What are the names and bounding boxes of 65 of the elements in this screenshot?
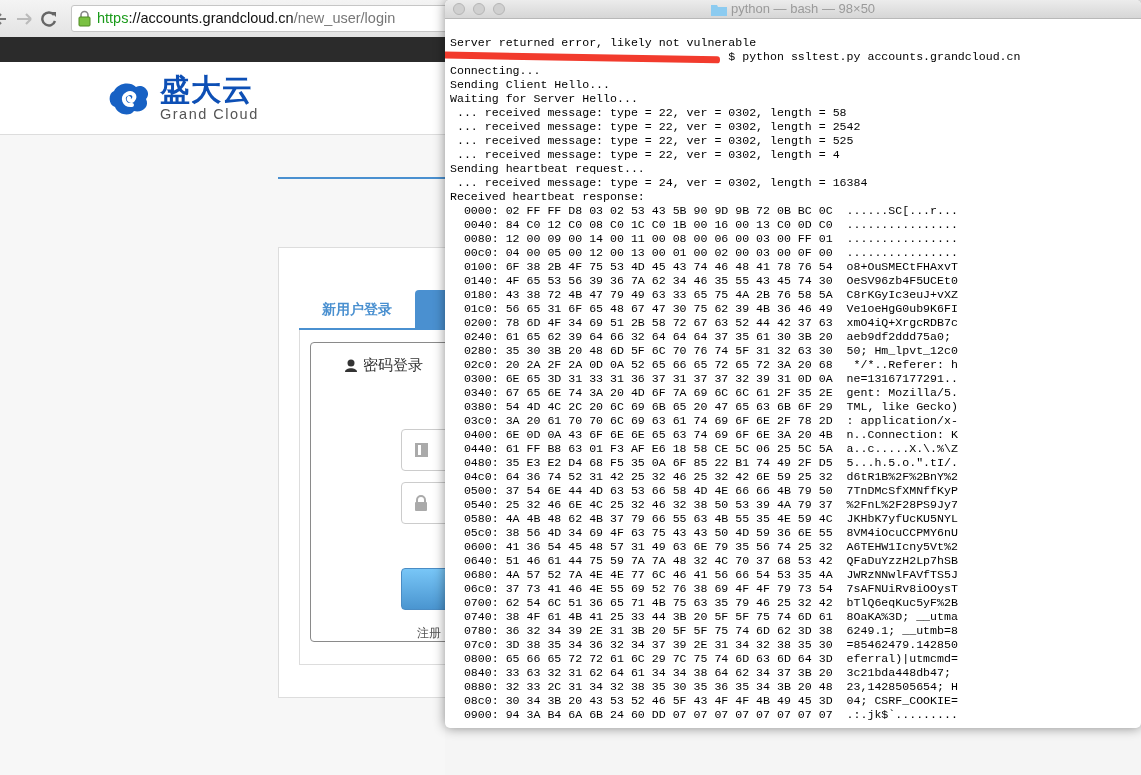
terminal-line: ... received message: type = 22, ver = 0302, length = 58 bbox=[455, 106, 848, 120]
terminal-line: 0100: 6F 38 2B 4F 75 53 4D 45 43 74 46 48 41 78 76 54 o8+OuSMECtFHAxvT bbox=[462, 260, 959, 274]
terminal-line: 0200: 78 6D 4F 34 69 51 2B 58 72 67 63 52 44 42 37 63 xmO4iQ+XrgcRDB7c bbox=[462, 316, 959, 330]
terminal-line: 04c0: 64 36 74 52 31 42 25 32 46 25 32 42 6E 59 25 32 d6tR1B%2F%2BnY%2 bbox=[462, 470, 959, 484]
register-link[interactable]: 注册 bbox=[417, 623, 441, 642]
terminal-line: 0000: 02 FF FF D8 03 02 53 43 5B 90 9D 9B 72 0B BC 0C ......SC[...r... bbox=[462, 204, 959, 218]
terminal-line: Connecting... bbox=[450, 64, 542, 78]
address-bar[interactable]: https://accounts.grandcloud.cn/new_user/login bbox=[71, 5, 445, 32]
terminal-line: Received heartbeat response: bbox=[450, 190, 646, 204]
terminal-line: 0300: 6E 65 3D 31 33 31 36 37 31 37 37 32 39 31 0D 0A ne=13167177291.. bbox=[462, 372, 959, 386]
terminal-line: 07c0: 3D 38 35 34 36 32 34 37 39 2E 31 34 32 38 35 30 =85462479.142850 bbox=[462, 638, 959, 652]
terminal-line: Server returned error, likely not vulnerable bbox=[450, 36, 758, 50]
terminal-line: Waiting for Server Hello... bbox=[450, 92, 639, 106]
terminal-line: 0500: 37 54 6E 44 4D 63 53 66 58 4D 4E 66 66 4B 79 50 7TnDMcSfXMNffKyP bbox=[462, 484, 959, 498]
terminal-line: 0640: 51 46 61 44 75 59 7A 7A 48 32 4C 70 37 68 53 42 QFaDuYzzH2Lp7hSB bbox=[462, 554, 959, 568]
reload-icon[interactable] bbox=[41, 10, 58, 27]
terminal-line: 05c0: 38 56 4D 34 69 4F 63 75 43 43 50 4D 59 36 6E 55 8VM4iOcuCCPMY6nU bbox=[462, 526, 959, 540]
terminal-line: 0040: 84 C0 12 C0 08 C0 1C C0 1B 00 16 00 13 C0 0D C0 ................ bbox=[462, 218, 959, 232]
terminal-line: 0740: 38 4F 61 4B 41 25 33 44 3B 20 5F 5F 75 74 6D 61 8OaKA%3D; __utma bbox=[462, 610, 959, 624]
lock-icon bbox=[414, 494, 428, 511]
window-title: python — bash — 98×50 bbox=[730, 0, 876, 19]
terminal-line: 0840: 33 63 32 31 62 64 61 34 34 38 64 62 34 37 3B 20 3c21bda448db47; bbox=[462, 666, 952, 680]
terminal-line: ... received message: type = 22, ver = 0302, length = 4 bbox=[455, 148, 841, 162]
terminal-line: 02c0: 20 2A 2F 2A 0D 0A 52 65 66 65 72 65 72 3A 20 68 */*..Referer: h bbox=[462, 358, 959, 372]
logo-name: 盛大云 bbox=[160, 74, 254, 105]
id-card-icon bbox=[414, 441, 429, 458]
terminal-line: 0240: 61 65 62 39 64 66 32 64 64 64 37 35 61 30 3B 20 aeb9df2ddd75a0; bbox=[462, 330, 952, 344]
url-text: https://accounts.grandcloud.cn/new_user/login bbox=[97, 8, 396, 28]
terminal-line: 0780: 36 32 34 39 2E 31 3B 20 5F 5F 75 74 6D 62 3D 38 6249.1; __utmb=8 bbox=[462, 624, 959, 638]
terminal-line: 06c0: 37 73 41 46 4E 55 69 52 76 38 69 4F 4F 79 73 54 7sAFNUiRv8iOOysT bbox=[462, 582, 959, 596]
terminal-line: 0580: 4A 4B 48 62 4B 37 79 66 55 63 4B 55 35 4E 59 4C JKHbK7yfUcKU5NYL bbox=[462, 512, 959, 526]
terminal-line: Sending heartbeat request... bbox=[450, 162, 646, 176]
terminal-line: 0900: 94 3A B4 6A 6B 24 60 DD 07 07 07 07 07 07 07 07 .:.jk$`......... bbox=[462, 708, 959, 722]
terminal-line: Sending Client Hello... bbox=[450, 78, 612, 92]
terminal-line: 0340: 67 65 6E 74 3A 20 4D 6F 7A 69 6C 6C 61 2F 35 2E gent: Mozilla/5. bbox=[462, 386, 959, 400]
terminal-line: 0280: 35 30 3B 20 48 6D 5F 6C 70 76 74 5F 31 32 63 30 50; Hm_lpvt_12c0 bbox=[462, 344, 959, 358]
terminal-line: 0540: 25 32 46 6E 4C 25 32 46 32 38 50 53 39 4A 79 37 %2FnL%2F28PS9Jy7 bbox=[462, 498, 959, 512]
terminal-line: 0080: 12 00 09 00 14 00 11 00 08 00 06 00 03 00 FF 01 ................ bbox=[462, 232, 959, 246]
terminal-line: 0880: 32 33 2C 31 34 32 38 35 30 35 36 35 34 3B 20 48 23,1428505654; H bbox=[462, 680, 959, 694]
logo-tagline: Grand Cloud bbox=[160, 106, 259, 122]
terminal-line: 0800: 65 66 65 72 72 61 6C 29 7C 75 74 6D 63 6D 64 3D eferral)|utmcmd= bbox=[462, 652, 959, 666]
terminal-line: 0180: 43 38 72 4B 47 79 49 63 33 65 75 4A 2B 76 58 5A C8rKGyIc3euJ+vXZ bbox=[462, 288, 959, 302]
minimize-button[interactable] bbox=[473, 3, 485, 15]
folder-icon bbox=[710, 2, 727, 16]
terminal-line: 03c0: 3A 20 61 70 70 6C 69 63 61 74 69 6F 6E 2F 78 2D : application/x- bbox=[462, 414, 959, 428]
lock-icon bbox=[78, 10, 91, 27]
terminal-line: 0480: 35 E3 E2 D4 68 F5 35 0A 6F 85 22 B1 74 49 2F D5 5...h.5.o.".tI/. bbox=[462, 456, 959, 470]
terminal-line: 0440: 61 FF B8 63 01 F3 AF E6 18 58 CE 5C 06 25 5C 5A a..c.....X.\.%\Z bbox=[462, 442, 959, 456]
user-icon bbox=[345, 359, 357, 373]
terminal-line: 0680: 4A 57 52 7A 4E 4E 77 6C 46 41 56 66 54 53 35 4A JWRzNNwlFAVfTS5J bbox=[462, 568, 959, 582]
terminal-line: 08c0: 30 34 3B 20 43 53 52 46 5F 43 4F 4F 4B 49 45 3D 04; CSRF_COOKIE= bbox=[462, 694, 959, 708]
terminal-line: 00c0: 04 00 05 00 12 00 13 00 01 00 02 00 03 00 0F 00 ................ bbox=[462, 246, 959, 260]
terminal-line: 0600: 41 36 54 45 48 57 31 49 63 6E 79 35 56 74 25 32 A6TEHW1Icny5Vt%2 bbox=[462, 540, 959, 554]
terminal-line: 0400: 6E 0D 0A 43 6F 6E 6E 65 63 74 69 6F 6E 3A 20 4B n..Connection: K bbox=[462, 428, 959, 442]
zoom-button[interactable] bbox=[493, 3, 505, 15]
terminal-line: ... received message: type = 22, ver = 0302, length = 2542 bbox=[455, 120, 862, 134]
terminal-line: 0140: 4F 65 53 56 39 36 7A 62 34 46 35 55 43 45 74 30 OeSV96zb4F5UCEt0 bbox=[462, 274, 959, 288]
terminal-line: 01c0: 56 65 31 6F 65 48 67 47 30 75 62 39 4B 36 46 49 Ve1oeHgG0ub9K6FI bbox=[462, 302, 959, 316]
terminal-line: 0380: 54 4D 4C 2C 20 6C 69 6B 65 20 47 65 63 6B 6F 29 TML, like Gecko) bbox=[462, 400, 959, 414]
terminal-line: 0700: 62 54 6C 51 36 65 71 4B 75 63 35 79 46 25 32 42 bTlQ6eqKuc5yF%2B bbox=[462, 596, 959, 610]
terminal-line: ... received message: type = 24, ver = 0302, length = 16384 bbox=[455, 176, 869, 190]
terminal-line: ... received message: type = 22, ver = 0302, length = 525 bbox=[455, 134, 855, 148]
close-button[interactable] bbox=[453, 3, 465, 15]
card-title: 密码登录 bbox=[363, 356, 423, 375]
terminal-line: $ python ssltest.py accounts.grandcloud.cn bbox=[728, 50, 1021, 64]
